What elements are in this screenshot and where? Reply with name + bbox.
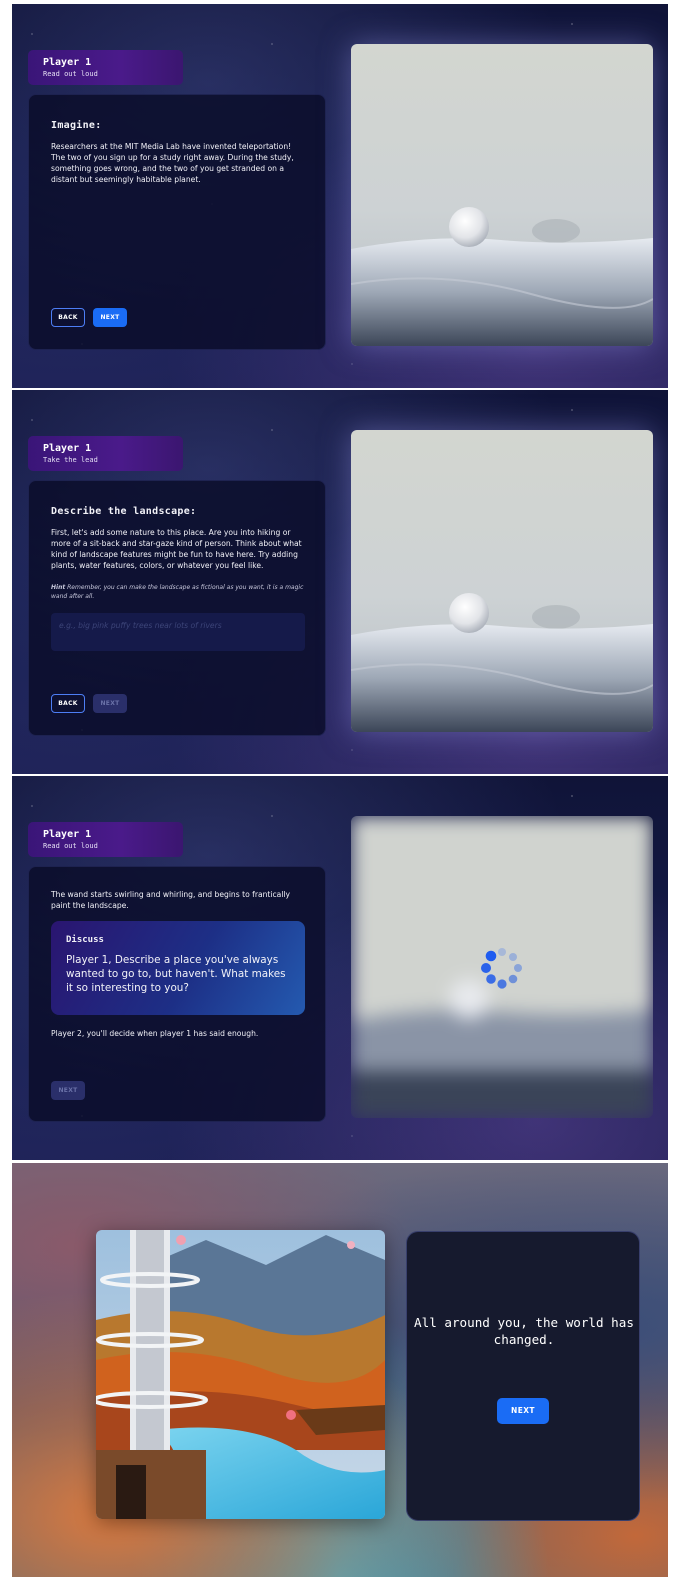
card-body: The wand starts swirling and whirling, a… [51, 890, 291, 910]
player-instruction: Read out loud [43, 70, 98, 78]
screen-discuss: Player 1 Read out loud The wand starts s… [12, 776, 668, 1160]
card-body: First, let's add some nature to this pla… [51, 528, 302, 570]
player-name: Player 1 [43, 443, 92, 454]
loading-spinner-icon [481, 948, 522, 989]
next-button[interactable]: NEXT [93, 308, 127, 327]
screen-imagine: Player 1 Read out loud Imagine: Research… [12, 4, 668, 388]
card-footer: Player 2, you'll decide when player 1 ha… [51, 1029, 259, 1038]
discuss-question: Player 1, Describe a place you've always… [66, 954, 286, 994]
next-button[interactable]: NEXT [497, 1398, 549, 1424]
next-button-disabled[interactable]: NEXT [93, 694, 127, 713]
planet-landscape-image [351, 430, 653, 732]
landscape-description-input[interactable] [51, 613, 305, 651]
autumn-valley-illustration [96, 1230, 385, 1519]
card-body: Researchers at the MIT Media Lab have in… [51, 142, 294, 184]
world-changed-message: All around you, the world has changed. [414, 1315, 634, 1347]
next-button-disabled[interactable]: NEXT [51, 1081, 85, 1100]
discuss-box: Discuss Player 1, Describe a place you'v… [51, 921, 305, 1015]
snow-sphere-illustration [351, 44, 653, 346]
planet-landscape-image [351, 44, 653, 346]
generated-world-image [96, 1230, 385, 1519]
card-heading: Describe the landscape: [51, 506, 197, 517]
screen-describe-landscape: Player 1 Take the lead Describe the land… [12, 390, 668, 774]
screen-world-changed: All around you, the world has changed. N… [12, 1163, 668, 1577]
player-tag: Player 1 Read out loud [28, 50, 183, 85]
discuss-title: Discuss [66, 935, 104, 945]
back-button[interactable]: BACK [51, 694, 85, 713]
player-name: Player 1 [43, 829, 92, 840]
player-name: Player 1 [43, 57, 92, 68]
prompt-card: Describe the landscape: First, let's add… [28, 480, 326, 736]
back-button[interactable]: BACK [51, 308, 85, 327]
snow-sphere-illustration [351, 430, 653, 732]
player-instruction: Read out loud [43, 842, 98, 850]
prompt-card: The wand starts swirling and whirling, a… [28, 866, 326, 1122]
world-message-card: All around you, the world has changed. N… [406, 1231, 640, 1521]
hint-label: Hint [51, 584, 66, 591]
card-heading: Imagine: [51, 120, 102, 131]
player-tag: Player 1 Take the lead [28, 436, 183, 471]
hint-text: Hint Remember, you can make the landscap… [51, 583, 307, 601]
player-tag: Player 1 Read out loud [28, 822, 183, 857]
prompt-card: Imagine: Researchers at the MIT Media La… [28, 94, 326, 350]
hint-body: Remember, you can make the landscape as … [51, 584, 304, 600]
player-instruction: Take the lead [43, 456, 98, 464]
